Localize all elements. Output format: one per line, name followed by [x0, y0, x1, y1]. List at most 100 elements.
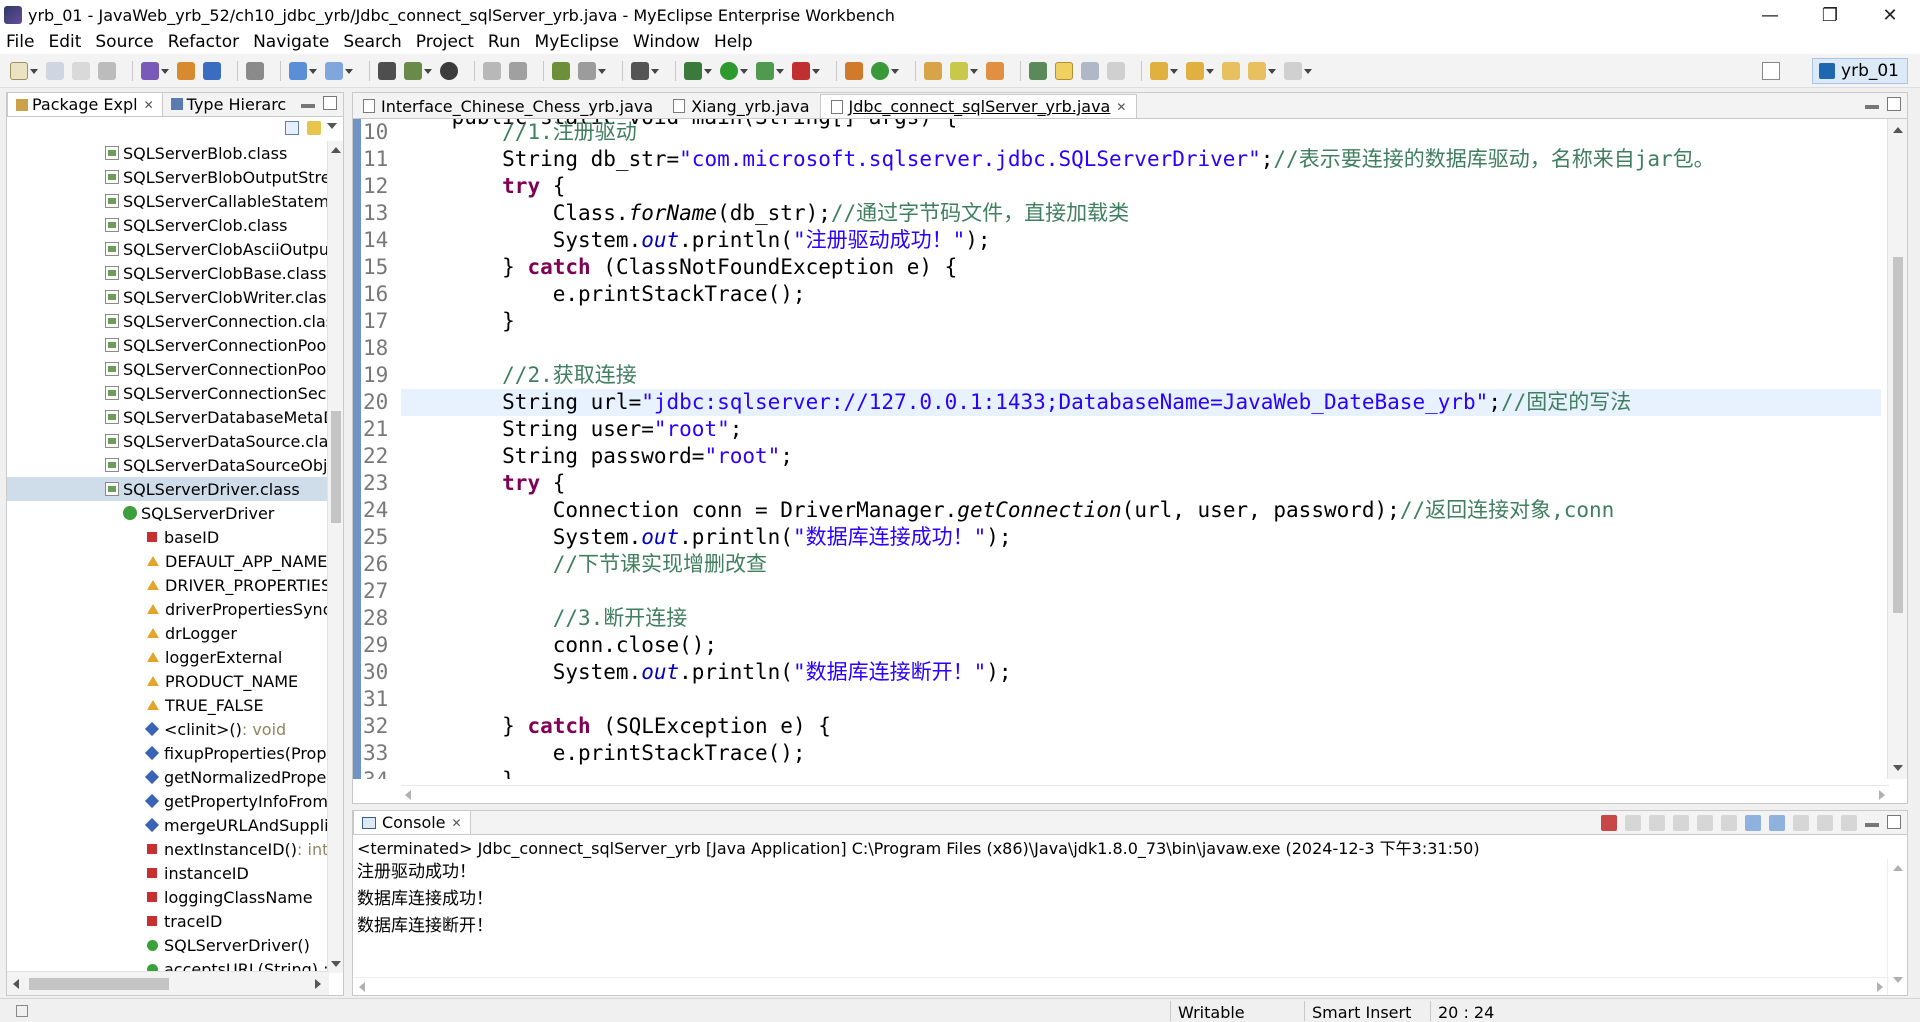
- camera-icon[interactable]: [631, 61, 649, 80]
- tree-item[interactable]: SQLServerClobAsciiOutput: [7, 237, 329, 261]
- scroll-down-icon[interactable]: [1893, 765, 1903, 771]
- last-edit-icon[interactable]: [1222, 61, 1240, 80]
- view-menu-chevron-down-icon[interactable]: [327, 123, 337, 129]
- minimize-icon[interactable]: [301, 104, 315, 108]
- image-icon[interactable]: [552, 61, 570, 80]
- code-line[interactable]: String url="jdbc:sqlserver://127.0.0.1:1…: [401, 389, 1881, 416]
- tree-item[interactable]: PRODUCT_NAME: [7, 669, 329, 693]
- code-line[interactable]: System.out.println("数据库连接成功！");: [401, 524, 1881, 551]
- new-project-icon[interactable]: [141, 61, 159, 80]
- tree-item[interactable]: SQLServerDataSource.clas: [7, 429, 329, 453]
- camera-dropdown-icon[interactable]: [651, 67, 659, 75]
- debug-dropdown-icon[interactable]: [704, 67, 712, 75]
- code-line[interactable]: //3.断开连接: [401, 605, 1881, 632]
- db-icon[interactable]: [483, 61, 501, 80]
- menu-myeclipse[interactable]: MyEclipse: [535, 32, 619, 52]
- tree-horizontal-scrollbar[interactable]: [7, 971, 329, 995]
- scroll-down-icon[interactable]: [331, 961, 341, 967]
- build-dropdown-icon[interactable]: [424, 67, 432, 75]
- tree-item[interactable]: <clinit>() : void: [7, 717, 329, 741]
- menu-window[interactable]: Window: [633, 32, 700, 52]
- globe-icon[interactable]: [440, 61, 458, 80]
- menu-source[interactable]: Source: [95, 32, 153, 52]
- tree-item[interactable]: SQLServerClobBase.class: [7, 261, 329, 285]
- build-icon[interactable]: [404, 61, 422, 80]
- prev-annotation-icon[interactable]: [1186, 61, 1204, 80]
- tree-item[interactable]: getPropertyInfoFrom: [7, 789, 329, 813]
- toggle-breadcrumb-icon[interactable]: [1029, 61, 1047, 80]
- show-on-stdout-icon[interactable]: [1745, 815, 1761, 831]
- remove-all-terminated-icon[interactable]: [1649, 815, 1665, 831]
- code-line[interactable]: }: [401, 767, 1881, 779]
- tab-console[interactable]: Console ✕: [353, 810, 471, 834]
- code-line[interactable]: System.out.println("注册驱动成功！");: [401, 227, 1881, 254]
- code-line[interactable]: [401, 335, 1881, 362]
- code-line[interactable]: String db_str="com.microsoft.sqlserver.j…: [401, 146, 1881, 173]
- minimize-icon[interactable]: [1865, 823, 1879, 827]
- open-perspective-icon[interactable]: [1762, 62, 1780, 80]
- scroll-down-icon[interactable]: [1893, 977, 1903, 983]
- scroll-left-icon[interactable]: [359, 982, 365, 992]
- scroll-thumb[interactable]: [1893, 257, 1903, 613]
- new-java-class-icon[interactable]: [871, 61, 889, 80]
- wizard-icon[interactable]: [289, 61, 307, 80]
- new-java-class-dropdown-icon[interactable]: [891, 67, 899, 75]
- tree-item[interactable]: DEFAULT_APP_NAME: [7, 549, 329, 573]
- next-annotation-icon[interactable]: [1150, 61, 1168, 80]
- save-all-icon[interactable]: [72, 61, 90, 80]
- code-line[interactable]: }: [401, 308, 1881, 335]
- menu-search[interactable]: Search: [343, 32, 401, 52]
- code-line[interactable]: try {: [401, 173, 1881, 200]
- maximize-icon[interactable]: [1887, 97, 1901, 111]
- back-icon[interactable]: [1248, 61, 1266, 80]
- tree-item[interactable]: mergeURLAndSupplie: [7, 813, 329, 837]
- tree-item[interactable]: driverPropertiesSynor: [7, 597, 329, 621]
- run-icon[interactable]: [720, 61, 738, 80]
- db2-icon[interactable]: [509, 61, 527, 80]
- scroll-thumb[interactable]: [331, 411, 341, 523]
- tree-item[interactable]: baseID: [7, 525, 329, 549]
- back-dropdown-icon[interactable]: [1268, 67, 1276, 75]
- scroll-right-icon[interactable]: [315, 979, 321, 989]
- tree-item[interactable]: getNormalizedProper: [7, 765, 329, 789]
- scroll-thumb[interactable]: [29, 978, 169, 990]
- tree-item[interactable]: drLogger: [7, 621, 329, 645]
- tree-item[interactable]: nextInstanceID() : int: [7, 837, 329, 861]
- tree-item[interactable]: traceID: [7, 909, 329, 933]
- code-line[interactable]: Connection conn = DriverManager.getConne…: [401, 497, 1881, 524]
- scroll-left-icon[interactable]: [13, 979, 19, 989]
- code-area[interactable]: public static void main(String[] args) {…: [353, 119, 1909, 779]
- monitor-dropdown-icon[interactable]: [598, 67, 606, 75]
- scroll-right-icon[interactable]: [1877, 982, 1883, 992]
- editor-horizontal-scrollbar[interactable]: [401, 785, 1889, 803]
- code-line[interactable]: String user="root";: [401, 416, 1881, 443]
- monitor-icon[interactable]: [578, 61, 596, 80]
- tree-item[interactable]: SQLServerCallableStateme: [7, 189, 329, 213]
- code-line[interactable]: Class.forName(db_str);//通过字节码文件，直接加载类: [401, 200, 1881, 227]
- tree-item[interactable]: SQLServerConnectionPool: [7, 333, 329, 357]
- forward-icon[interactable]: [1284, 61, 1302, 80]
- perspective-switcher[interactable]: yrb_01: [1812, 58, 1908, 84]
- console-horizontal-scrollbar[interactable]: [353, 977, 1889, 995]
- code-line[interactable]: } catch (SQLException e) {: [401, 713, 1881, 740]
- open-console-icon[interactable]: [1841, 815, 1857, 831]
- code-lines[interactable]: //1.注册驱动 String db_str="com.microsoft.sq…: [401, 119, 1881, 779]
- remove-launch-icon[interactable]: [1625, 815, 1641, 831]
- console-vertical-scrollbar[interactable]: [1887, 859, 1907, 995]
- link-with-editor-icon[interactable]: [307, 121, 321, 135]
- terminate-icon[interactable]: [1601, 815, 1617, 831]
- tree-item[interactable]: SQLServerConnection.clas: [7, 309, 329, 333]
- tree-vertical-scrollbar[interactable]: [327, 141, 343, 973]
- open-task-icon[interactable]: [986, 61, 1004, 80]
- code-line[interactable]: //下节课实现增删改查: [401, 551, 1881, 578]
- pin-console-icon[interactable]: [1793, 815, 1809, 831]
- scroll-up-icon[interactable]: [1893, 127, 1903, 133]
- tree-item[interactable]: SQLServerDriver(): [7, 933, 329, 957]
- tree-item[interactable]: loggingClassName: [7, 885, 329, 909]
- external-tools-dropdown-icon[interactable]: [812, 67, 820, 75]
- tab-package-explorer[interactable]: Package Expl ✕: [7, 92, 163, 116]
- tree-item[interactable]: SQLServerDataSourceObje: [7, 453, 329, 477]
- tree-item[interactable]: SQLServerBlobOutputStrea: [7, 165, 329, 189]
- run-last-icon[interactable]: [756, 61, 774, 80]
- code-line[interactable]: try {: [401, 470, 1881, 497]
